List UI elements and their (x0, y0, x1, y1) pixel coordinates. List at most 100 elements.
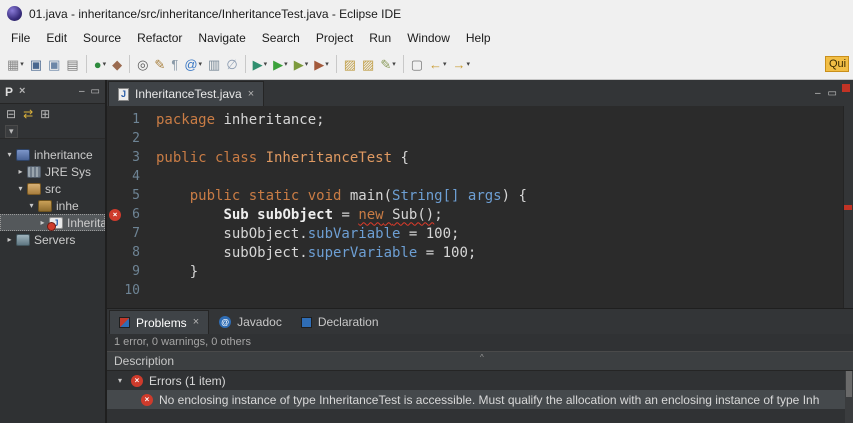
menu-refactor[interactable]: Refactor (129, 28, 190, 48)
error-annotation-tick[interactable] (844, 205, 852, 210)
menu-file[interactable]: File (3, 28, 38, 48)
show-whitespace-icon[interactable]: ¶ (168, 56, 181, 73)
editor-tab-inheritancetest[interactable]: J InheritanceTest.java × (108, 81, 265, 106)
tree-expanded-arrow-icon[interactable]: ▾ (26, 201, 37, 210)
dropdown-caret-icon: ▾ (198, 61, 203, 68)
external-tools-icon[interactable]: ▶ ▾ (291, 56, 312, 73)
skip-breakpoints-icon[interactable]: ∅ (223, 56, 240, 73)
problem-message: No enclosing instance of type Inheritanc… (159, 392, 820, 407)
tab-javadoc[interactable]: @ Javadoc (210, 310, 291, 334)
toolbar-separator (85, 55, 87, 73)
open-resource-icon[interactable]: ▨ (359, 56, 377, 73)
minimize-icon[interactable]: – (815, 88, 821, 99)
mark-occurrences-icon[interactable]: ▥ (205, 56, 223, 73)
code-line-7[interactable]: 7 subObject.subVariable = 100; (107, 224, 853, 243)
close-icon[interactable]: × (19, 86, 25, 97)
dropdown-caret-icon: ▾ (304, 61, 309, 68)
line-number-gutter: 2 (132, 131, 140, 146)
group-expanded-arrow-icon[interactable]: ▾ (115, 376, 125, 385)
open-type-icon[interactable]: ▨ (341, 56, 359, 73)
code-line-1[interactable]: 1 package inheritance; (107, 110, 853, 129)
declaration-icon (300, 316, 312, 328)
profile-icon[interactable]: ▶ ▾ (311, 56, 332, 73)
forward-arrow-icon[interactable]: → ▾ (450, 56, 474, 73)
run-icon[interactable]: ▶ ▾ (270, 56, 291, 73)
collapse-all-icon[interactable]: ⊟ (6, 108, 16, 120)
search-icon[interactable]: ◎ (134, 56, 151, 73)
close-icon[interactable]: × (248, 88, 254, 100)
line-number-gutter: 1 (132, 112, 140, 127)
tree-collapsed-arrow-icon[interactable]: ▸ (15, 167, 26, 176)
menu-navigate[interactable]: Navigate (190, 28, 253, 48)
edit-pencil-icon[interactable]: ✎ (151, 56, 168, 73)
tree-item-src[interactable]: ▾ src (0, 180, 105, 197)
menu-window[interactable]: Window (399, 28, 458, 48)
problems-scrollbar[interactable] (845, 371, 853, 423)
view-menu-icon[interactable]: ▾ (5, 124, 18, 138)
back-arrow-icon[interactable]: ← ▾ (426, 56, 450, 73)
code-line-8[interactable]: 8 subObject.superVariable = 100; (107, 243, 853, 262)
problem-item[interactable]: × No enclosing instance of type Inheritan… (107, 390, 853, 409)
menu-run[interactable]: Run (361, 28, 399, 48)
problems-panel: Problems × @ Javadoc Declaration 1 error, 0 … (107, 308, 853, 423)
save-icon[interactable]: ▣ (27, 56, 45, 73)
error-marker-icon[interactable]: × (109, 208, 121, 221)
coverage-icon[interactable]: ● ▾ (91, 56, 109, 73)
tree-item-jre-sys[interactable]: ▸ JRE Sys (0, 163, 105, 180)
menu-project[interactable]: Project (308, 28, 361, 48)
link-with-editor-icon[interactable]: ⇄ (23, 108, 33, 120)
problems-group-errors[interactable]: ▾ × Errors (1 item) (107, 371, 853, 390)
menu-help[interactable]: Help (458, 28, 499, 48)
explorer-filter-row: ▾ (0, 124, 105, 139)
tab-declaration[interactable]: Declaration (292, 310, 388, 334)
code-line-3[interactable]: 3 public class InheritanceTest { (107, 148, 853, 167)
minimize-icon[interactable]: – (79, 86, 85, 97)
menu-edit[interactable]: Edit (38, 28, 75, 48)
tree-item-servers[interactable]: ▸ Servers (0, 231, 105, 248)
new-wizard-icon[interactable]: ▦ ▾ (4, 56, 27, 73)
menu-source[interactable]: Source (75, 28, 129, 48)
close-icon[interactable]: × (193, 317, 199, 328)
toolbar-separator (402, 55, 404, 73)
code-line-4[interactable]: 4 (107, 167, 853, 186)
quick-access-box[interactable]: Qui (825, 56, 849, 72)
editor-tab-label: InheritanceTest.java (135, 87, 242, 101)
annotations-icon[interactable]: @ ▾ (181, 56, 205, 73)
focus-active-task-icon[interactable]: ⊞ (40, 108, 50, 120)
print-icon[interactable]: ▤ (63, 56, 81, 73)
tree-collapsed-arrow-icon[interactable]: ▸ (4, 235, 15, 244)
tree-item-inhe[interactable]: ▾ inhe (0, 197, 105, 214)
code-editor[interactable]: 1 package inheritance; 2 3 public class Inhe… (107, 106, 853, 308)
maximize-icon[interactable]: ▭ (91, 86, 100, 97)
workbench: P × – ▭ ⊟ ⇄ ⊞ ▾ ▾ inheritance ▸ JRE Sys ▾ src ▾ i… (0, 80, 853, 423)
dropdown-caret-icon: ▾ (284, 61, 288, 68)
main-toolbar: ▦ ▾ ▣ ▣ ▤ ● ▾ ◆ ◎ ✎ ¶ @ ▾ ▥ ∅ ▶ ▾ ▶ ▾ ▶ ▾ ▶ ▾ ▨ ▨ ✎ ▾ ▢ ← ▾ → ▾ Qui (0, 49, 853, 80)
line-number-gutter: × 6 (107, 207, 149, 222)
dropdown-caret-icon: ▾ (392, 61, 396, 68)
overview-ruler[interactable] (843, 106, 853, 308)
description-label: Description (114, 354, 175, 368)
task-edit-icon[interactable]: ✎ ▾ (377, 56, 398, 73)
tree-item-inheritancetest-java[interactable]: ▸JInheritanceTest.java (0, 214, 105, 231)
tree-expanded-arrow-icon[interactable]: ▾ (15, 184, 26, 193)
error-icon: × (141, 393, 153, 406)
code-line-6[interactable]: × 6 Sub subObject = new Sub(); (107, 205, 853, 224)
menu-search[interactable]: Search (254, 28, 308, 48)
debug-icon[interactable]: ▶ ▾ (250, 56, 271, 73)
code-line-10[interactable]: 10 (107, 281, 853, 300)
package-icon (38, 199, 52, 212)
build-all-icon[interactable]: ◆ (109, 56, 125, 73)
code-line-2[interactable]: 2 (107, 129, 853, 148)
scrollbar-thumb[interactable] (846, 371, 852, 397)
description-column-header[interactable]: Description ^ (107, 351, 853, 371)
code-line-9[interactable]: 9 } (107, 262, 853, 281)
code-line-5[interactable]: 5 public static void main(String[] args)… (107, 186, 853, 205)
new-window-icon[interactable]: ▢ (408, 56, 426, 73)
tree-item-inheritance[interactable]: ▾ inheritance (0, 146, 105, 163)
tab-problems[interactable]: Problems × (109, 310, 210, 334)
tree-expanded-arrow-icon[interactable]: ▾ (4, 150, 15, 159)
package-explorer-title: P (5, 84, 14, 99)
save-all-icon[interactable]: ▣ (45, 56, 63, 73)
package-explorer-view-tab[interactable]: P × (5, 85, 25, 99)
maximize-icon[interactable]: ▭ (828, 88, 837, 99)
